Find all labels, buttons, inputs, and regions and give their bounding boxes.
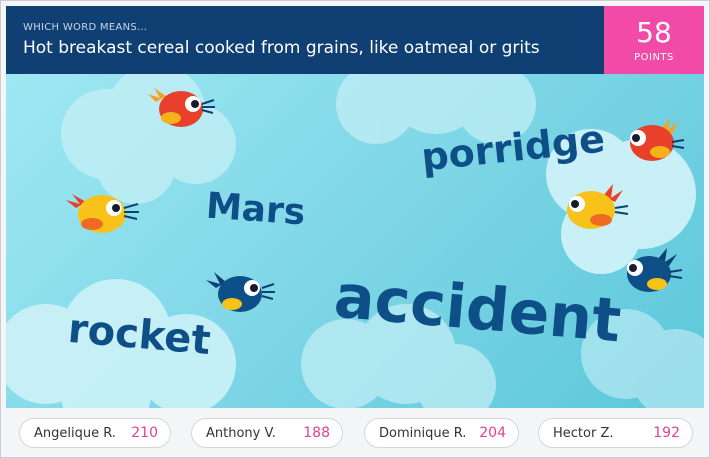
player-score: 204 — [479, 425, 506, 441]
player-card: Angelique R. 210 — [19, 418, 171, 448]
question-text: Hot breakast cereal cooked from grains, … — [23, 38, 540, 58]
player-name: Angelique R. — [34, 426, 116, 441]
bird-yellow-icon — [66, 194, 139, 233]
word-option-mars[interactable]: Mars — [205, 186, 307, 234]
bird-red-icon — [630, 118, 685, 161]
bird-blue-icon — [627, 248, 683, 292]
player-name: Dominique R. — [379, 426, 467, 441]
prompt-label: WHICH WORD MEANS… — [23, 22, 148, 33]
bird-yellow-icon — [567, 184, 629, 229]
points-label: POINTS — [634, 52, 674, 63]
player-scoreboard: Angelique R. 210 Anthony V. 188 Dominiqu… — [1, 408, 709, 457]
game-frame: WHICH WORD MEANS… Hot breakast cereal co… — [0, 0, 710, 458]
player-card: Anthony V. 188 — [191, 418, 343, 448]
player-name: Anthony V. — [206, 426, 276, 441]
bird-red-icon — [148, 88, 215, 127]
bird-blue-icon — [206, 272, 275, 312]
player-card: Hector Z. 192 — [538, 418, 693, 448]
player-card: Dominique R. 204 — [364, 418, 519, 448]
player-name: Hector Z. — [553, 426, 614, 441]
points-value: 58 — [636, 16, 672, 49]
player-score: 192 — [653, 425, 680, 441]
game-playfield: porridge Mars accident rocket — [6, 74, 704, 408]
player-score: 210 — [131, 425, 158, 441]
question-header: WHICH WORD MEANS… Hot breakast cereal co… — [6, 6, 604, 74]
points-badge: 58 POINTS — [604, 6, 704, 74]
player-score: 188 — [303, 425, 330, 441]
